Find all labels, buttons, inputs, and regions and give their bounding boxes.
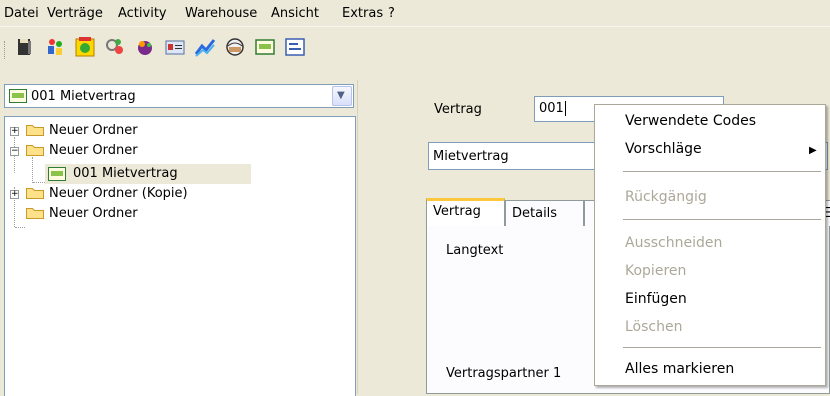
tree-item-label: Neuer Ordner xyxy=(49,143,138,158)
menuitem-einfuegen[interactable]: Einfügen xyxy=(625,291,687,307)
menuitem-rueckgaengig: Rückgängig xyxy=(625,189,707,205)
combobox-dropdown-button[interactable]: ▼ xyxy=(332,86,352,106)
toolbar-grip[interactable] xyxy=(4,41,7,59)
tree-item-label: Neuer Ordner xyxy=(49,123,138,138)
menuitem-loeschen: Löschen xyxy=(625,319,683,335)
globe-icon[interactable] xyxy=(224,36,246,58)
menu-warehouse[interactable]: Warehouse xyxy=(185,6,257,21)
folder-tree[interactable]: + Neuer Ordner − Neuer Ordner 001 Mietve… xyxy=(4,116,356,396)
tree-item-label: Neuer Ordner xyxy=(49,206,138,221)
gift-icon[interactable] xyxy=(134,36,156,58)
menu-bar: Datei Verträge Activity Warehouse Ansich… xyxy=(0,0,830,27)
expand-icon[interactable]: + xyxy=(10,127,19,136)
people-icon[interactable] xyxy=(44,36,66,58)
chevron-down-icon: ▼ xyxy=(337,90,345,101)
folder-icon xyxy=(26,208,44,219)
menu-activity[interactable]: Activity xyxy=(118,6,167,21)
combobox-value: 001 Mietvertrag xyxy=(31,89,136,104)
tab-vertrag[interactable]: Vertrag xyxy=(426,198,505,226)
menuitem-ausschneiden: Ausschneiden xyxy=(625,235,723,251)
contract-icon xyxy=(48,167,66,181)
menu-separator xyxy=(623,171,821,172)
expand-icon[interactable]: + xyxy=(10,190,19,199)
vertragspartner-label: Vertragspartner 1 xyxy=(446,366,562,381)
gear-group-icon[interactable] xyxy=(104,36,126,58)
card-icon[interactable] xyxy=(164,36,186,58)
contract-icon[interactable] xyxy=(254,36,276,58)
vertrag-input-value: 001 xyxy=(539,101,564,116)
folder-open-icon xyxy=(26,145,44,156)
contract-name-value: Mietvertrag xyxy=(433,149,509,164)
pane-splitter[interactable] xyxy=(357,80,368,394)
tree-item-folder-2[interactable]: − Neuer Ordner xyxy=(9,143,309,163)
menuitem-vorschlaege[interactable]: Vorschläge xyxy=(625,141,702,157)
collapse-icon[interactable]: − xyxy=(10,147,19,156)
text-cursor xyxy=(564,101,566,116)
menuitem-alles-markieren[interactable]: Alles markieren xyxy=(625,361,734,377)
book-icon[interactable] xyxy=(14,36,36,58)
menu-datei[interactable]: Datei xyxy=(4,6,39,21)
chart-icon[interactable] xyxy=(194,36,216,58)
tree-item-label: Neuer Ordner (Kopie) xyxy=(49,186,188,201)
menuitem-kopieren: Kopieren xyxy=(625,263,687,279)
vertrag-label: Vertrag xyxy=(434,102,482,117)
langtext-label: Langtext xyxy=(446,243,504,258)
menuitem-verwendete-codes[interactable]: Verwendete Codes xyxy=(625,113,756,129)
tree-item-folder-3[interactable]: Neuer Ordner xyxy=(9,206,309,226)
menu-extras[interactable]: Extras xyxy=(342,6,383,21)
menu-ansicht[interactable]: Ansicht xyxy=(271,6,319,21)
folder-icon xyxy=(26,125,44,136)
tree-connector xyxy=(15,227,25,228)
tree-item-contract[interactable]: 001 Mietvertrag xyxy=(45,164,251,184)
calendar-icon[interactable] xyxy=(74,36,96,58)
menu-vertraege[interactable]: Verträge xyxy=(47,6,103,21)
menu-separator xyxy=(623,219,821,220)
menu-separator xyxy=(623,347,821,348)
list-icon[interactable] xyxy=(284,36,306,58)
submenu-arrow-icon: ▶ xyxy=(809,145,817,156)
left-pane: 001 Mietvertrag ▼ + Neuer Ordner − Neuer… xyxy=(0,80,357,396)
menu-help[interactable]: ? xyxy=(388,6,395,21)
tab-details[interactable]: Details xyxy=(505,200,584,226)
tree-item-folder-1[interactable]: + Neuer Ordner xyxy=(9,123,309,143)
tree-item-folder-copy[interactable]: + Neuer Ordner (Kopie) xyxy=(9,186,309,206)
folder-icon xyxy=(26,188,44,199)
contract-combobox[interactable]: 001 Mietvertrag ▼ xyxy=(4,84,354,108)
contract-icon xyxy=(9,89,27,103)
context-menu: Verwendete Codes Vorschläge ▶ Rückgängig… xyxy=(594,104,826,386)
tree-item-label: 001 Mietvertrag xyxy=(73,166,178,181)
